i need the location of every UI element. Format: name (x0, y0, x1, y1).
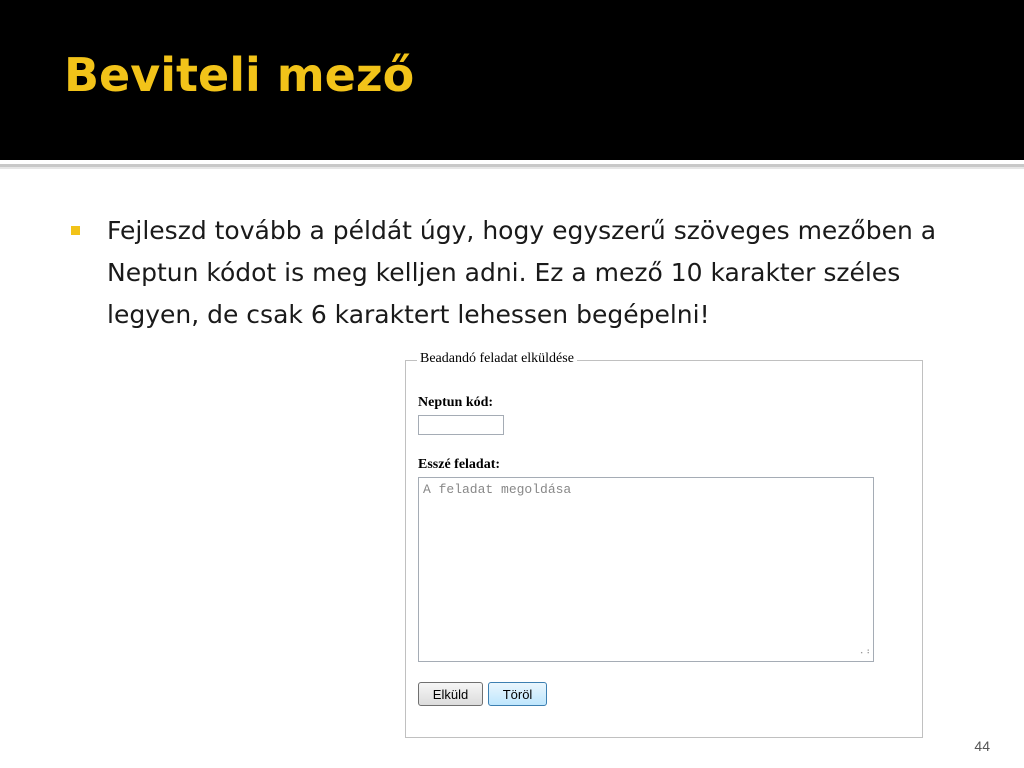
slide: Beviteli mező Fejleszd tovább a példát ú… (0, 0, 1024, 768)
neptun-code-label: Neptun kód: (418, 395, 494, 410)
slide-title: Beviteli mező (64, 48, 415, 102)
title-band: Beviteli mező (0, 0, 1024, 160)
form-screenshot: Beadandó feladat elküldése Neptun kód: E… (405, 348, 923, 738)
submit-button[interactable]: Elküld (418, 682, 483, 706)
square-bullet-icon (71, 226, 80, 235)
title-divider-shadow (0, 167, 1024, 169)
page-number: 44 (974, 738, 990, 754)
reset-button[interactable]: Töröl (488, 682, 547, 706)
essay-textarea[interactable] (418, 477, 874, 662)
fieldset-legend: Beadandó feladat elküldése (417, 351, 577, 367)
resize-grip-icon[interactable]: ⠠⠰ (857, 646, 870, 658)
essay-label: Esszé feladat: (418, 457, 501, 472)
bullet-text: Fejleszd tovább a példát úgy, hogy egysz… (107, 216, 937, 329)
neptun-code-input[interactable] (418, 415, 504, 435)
